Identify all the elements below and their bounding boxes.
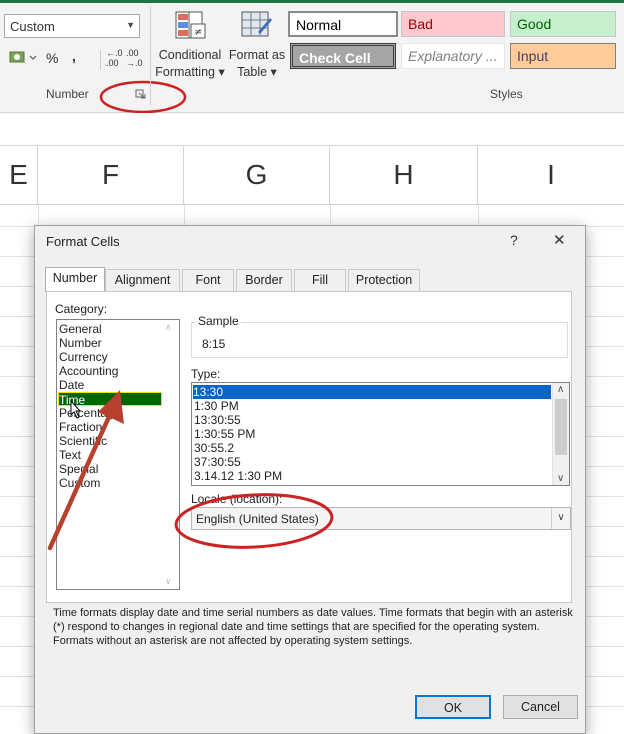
number-format-dropdown[interactable]: Custom ▼ (4, 14, 140, 38)
decrease-decimal-icon: .00 →.0 (126, 48, 143, 68)
type-item[interactable]: 1:30 PM (194, 399, 239, 413)
type-item[interactable]: 30:55.2 (194, 441, 234, 455)
chevron-down-icon[interactable]: ∨ (551, 508, 570, 529)
number-group-label: Number (46, 87, 89, 101)
column-header-i[interactable]: I (478, 146, 624, 204)
help-button[interactable]: ? (510, 232, 518, 248)
format-description: Time formats display date and time seria… (53, 607, 573, 647)
type-listbox[interactable]: 13:30 1:30 PM 13:30:55 1:30:55 PM 30:55.… (191, 382, 570, 486)
number-format-value: Custom (10, 19, 55, 34)
format-as-table-icon (241, 11, 272, 37)
tab-font[interactable]: Font (182, 269, 234, 291)
type-item[interactable]: 13:30:55 (194, 413, 241, 427)
cell-styles-gallery: Normal Bad Good Check Cell Explanatory .… (288, 8, 624, 74)
type-item[interactable]: 37:30:55 (194, 455, 241, 469)
style-bad-label: Bad (408, 16, 433, 32)
ok-button[interactable]: OK (415, 695, 491, 719)
tab-alignment[interactable]: Alignment (105, 269, 180, 291)
type-label: Type: (191, 367, 221, 381)
style-normal-label: Normal (296, 17, 342, 33)
scroll-down-icon[interactable]: ∨ (165, 576, 172, 587)
sample-group: Sample 8:15 (191, 314, 568, 358)
close-button[interactable]: ✕ (553, 231, 566, 249)
conditional-formatting-icon: ≠ (175, 11, 206, 39)
styles-group-label: Styles (490, 87, 523, 101)
style-check-cell[interactable]: Check Cell (290, 43, 396, 69)
sample-value: 8:15 (202, 337, 226, 351)
comma-style-button[interactable]: , (72, 48, 76, 64)
conditional-formatting-label-1: Conditional (158, 48, 222, 62)
scroll-thumb[interactable] (555, 399, 567, 455)
divider (100, 50, 101, 70)
column-header-e[interactable]: E (0, 146, 38, 204)
increase-decimal-button[interactable]: ←.0 .00 (106, 48, 128, 68)
category-item-general[interactable]: General (59, 322, 102, 336)
style-bad[interactable]: Bad (401, 11, 505, 37)
style-input[interactable]: Input (510, 43, 616, 69)
tab-fill[interactable]: Fill (294, 269, 346, 291)
mouse-cursor-icon (70, 400, 82, 419)
column-header-h[interactable]: H (330, 146, 478, 204)
format-as-table-button[interactable]: Format as Table ▾ (228, 6, 286, 86)
type-scrollbar[interactable]: ∧ ∨ (552, 383, 569, 485)
dialog-title: Format Cells (46, 234, 120, 249)
style-normal[interactable]: Normal (288, 11, 398, 37)
highlight-circle-locale (174, 493, 334, 549)
ribbon-accent-line (0, 0, 624, 3)
category-item-accounting[interactable]: Accounting (59, 364, 118, 378)
style-input-label: Input (517, 48, 549, 64)
scroll-up-icon[interactable]: ∧ (165, 322, 172, 333)
type-item[interactable]: 3.14.12 1:30 PM (194, 469, 282, 483)
tab-border[interactable]: Border (236, 269, 292, 291)
tab-protection[interactable]: Protection (348, 269, 420, 291)
type-item[interactable]: 1:30:55 PM (194, 427, 255, 441)
conditional-formatting-button[interactable]: ≠ Conditional Formatting ▾ (152, 6, 228, 86)
column-header-f[interactable]: F (38, 146, 184, 204)
decrease-decimal-button[interactable]: .00 →.0 (126, 48, 146, 68)
conditional-formatting-label-2: Formatting ▾ (155, 65, 225, 79)
style-explanatory-label: Explanatory ... (408, 48, 498, 64)
style-check-cell-label: Check Cell (299, 50, 371, 66)
group-separator (150, 6, 151, 106)
category-item-currency[interactable]: Currency (59, 350, 108, 364)
format-as-table-label-1: Format as (228, 48, 286, 62)
chevron-down-icon: ▼ (126, 20, 135, 30)
annotation-arrow-icon (47, 390, 124, 551)
accounting-number-icon (9, 51, 37, 63)
category-item-number[interactable]: Number (59, 336, 102, 350)
column-headers: E F G H I (0, 145, 624, 205)
tab-number[interactable]: Number (45, 267, 105, 292)
cancel-button[interactable]: Cancel (503, 695, 578, 719)
column-header-g[interactable]: G (184, 146, 330, 204)
category-label: Category: (55, 302, 108, 316)
style-explanatory[interactable]: Explanatory ... (401, 43, 505, 69)
formula-bar-area (0, 113, 624, 145)
percent-style-button[interactable]: % (46, 50, 58, 66)
format-as-table-label-2: Table ▾ (237, 65, 277, 79)
style-good-label: Good (517, 16, 552, 32)
scroll-down-icon[interactable]: ∨ (557, 473, 564, 484)
ribbon: Custom ▼ % , ←.0 .00 .00 →.0 Number ≠ Co… (0, 0, 624, 114)
sample-label: Sample (196, 314, 241, 328)
type-item-selected[interactable]: 13:30 (193, 385, 551, 399)
svg-text:≠: ≠ (194, 27, 202, 38)
accounting-format-button[interactable] (8, 48, 40, 68)
increase-decimal-icon: ←.0 .00 (106, 48, 123, 68)
scroll-up-icon[interactable]: ∧ (557, 384, 564, 395)
style-good[interactable]: Good (510, 11, 616, 37)
